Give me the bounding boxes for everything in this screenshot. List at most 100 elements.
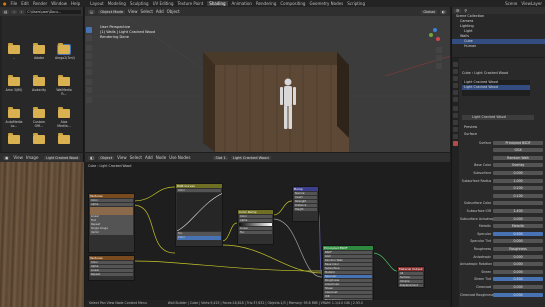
- node-socket[interactable]: Alpha: [90, 202, 133, 206]
- node-field[interactable]: Sheen: [324, 286, 372, 290]
- view-layer-selector[interactable]: ViewLayer: [521, 1, 542, 6]
- menu-image[interactable]: Image: [26, 155, 39, 160]
- pan-icon[interactable]: [436, 55, 442, 61]
- node-socket[interactable]: Color: [239, 214, 272, 218]
- menu-window[interactable]: Window: [51, 1, 67, 6]
- color-ramp-node[interactable]: Color Ramp Color Alpha Linear Fac: [237, 209, 274, 245]
- data-tab-icon[interactable]: [453, 134, 458, 139]
- material-slot-selected[interactable]: Light Cracked Wood: [462, 85, 530, 90]
- modifier-tab-icon[interactable]: [453, 113, 458, 118]
- node-socket[interactable]: Surface: [399, 275, 423, 279]
- node-field[interactable]: Linear: [90, 268, 133, 272]
- constraint-tab-icon[interactable]: [453, 127, 458, 132]
- material-output-node[interactable]: Material Output All Surface Volume Displ…: [397, 266, 425, 288]
- property-field[interactable]: 0.000: [493, 269, 543, 274]
- scale-tool-icon[interactable]: [86, 61, 92, 67]
- property-field[interactable]: Roughness: [493, 246, 543, 251]
- node-socket[interactable]: Color: [177, 236, 221, 240]
- property-field[interactable]: Metallic: [493, 224, 543, 229]
- node-field[interactable]: Specular: [324, 274, 372, 278]
- folder-icon[interactable]: [57, 43, 71, 55]
- property-field[interactable]: 1.400: [493, 208, 543, 213]
- node-field[interactable]: Roughness: [324, 278, 372, 282]
- camera-view-icon[interactable]: [436, 63, 442, 69]
- folder-icon[interactable]: ▤: [2, 9, 10, 14]
- add-cube-tool-icon[interactable]: [86, 97, 92, 103]
- physics-tab-icon[interactable]: [453, 120, 458, 125]
- node-socket[interactable]: Volume: [399, 279, 423, 283]
- tab-geometry-nodes[interactable]: Geometry Nodes: [309, 1, 343, 6]
- property-field[interactable]: 0.000: [493, 284, 543, 289]
- 3d-viewport[interactable]: ◱ Object Mode View Select Add Object Glo…: [85, 7, 450, 152]
- mode-selector[interactable]: Object Mode: [98, 9, 126, 14]
- property-field[interactable]: 0.000: [493, 262, 543, 267]
- tab-rendering[interactable]: Rendering: [256, 1, 276, 6]
- node-socket[interactable]: Displacement: [399, 283, 423, 287]
- tab-modeling[interactable]: Modeling: [108, 1, 126, 6]
- principled-bsdf-node[interactable]: Principled BSDF BSDF GGX Random Walk Bas…: [322, 245, 374, 307]
- tab-scripting[interactable]: Scripting: [347, 1, 365, 6]
- render-tab-icon[interactable]: [453, 69, 458, 74]
- folder-icon[interactable]: [33, 107, 45, 118]
- menu-view[interactable]: View: [128, 9, 138, 14]
- annotate-tool-icon[interactable]: [86, 79, 92, 85]
- folder-icon[interactable]: [58, 133, 70, 144]
- folder-icon[interactable]: [58, 107, 70, 118]
- tab-sculpting[interactable]: Sculpting: [130, 1, 149, 6]
- output-tab-icon[interactable]: [453, 76, 458, 81]
- property-field[interactable]: 0.000: [493, 216, 543, 221]
- material-slot-list[interactable]: Light Cracked Wood Light Cracked Wood: [462, 80, 530, 96]
- node-field[interactable]: Repeat: [90, 223, 133, 227]
- wood-texture-image[interactable]: [0, 162, 84, 307]
- select-tool-icon[interactable]: [86, 27, 92, 33]
- node-field[interactable]: Random Walk: [324, 258, 372, 262]
- node-socket[interactable]: Color: [90, 260, 133, 264]
- menu-add[interactable]: Add: [156, 9, 164, 14]
- property-field[interactable]: Random Walk: [493, 155, 543, 160]
- node-socket[interactable]: Fac: [177, 232, 221, 236]
- tab-shading[interactable]: Shading: [207, 1, 228, 6]
- property-field[interactable]: 0.000: [493, 170, 543, 175]
- node-field[interactable]: Invert: [294, 195, 317, 199]
- node-field[interactable]: Distance: [294, 203, 317, 207]
- object-tab-icon[interactable]: [453, 106, 458, 111]
- tab-texture-paint[interactable]: Texture Paint: [177, 1, 203, 6]
- transform-tool-icon[interactable]: [86, 69, 92, 75]
- image-selector[interactable]: Light Cracked Wood: [44, 155, 80, 160]
- node-socket[interactable]: Base Color: [324, 262, 372, 266]
- property-field[interactable]: 0.000: [493, 239, 543, 244]
- outliner-item[interactable]: Human: [452, 44, 545, 49]
- folder-icon[interactable]: [58, 75, 70, 86]
- curve-graph[interactable]: [176, 192, 223, 231]
- editor-type-icon[interactable]: ▣: [3, 155, 11, 160]
- tab-animation[interactable]: Animation: [232, 1, 252, 6]
- node-field[interactable]: Flat: [90, 219, 133, 223]
- surface-panel-header[interactable]: Surface: [464, 132, 477, 136]
- tab-layout[interactable]: Layout: [90, 1, 104, 6]
- node-field[interactable]: Strength: [294, 199, 317, 203]
- rotate-tool-icon[interactable]: [86, 53, 92, 59]
- editor-type-icon[interactable]: ◱: [88, 9, 96, 14]
- tool-tab-icon[interactable]: [453, 62, 458, 67]
- file-path-field[interactable]: C:\Users\user\Docu...: [26, 9, 81, 14]
- scene-tab-icon[interactable]: [453, 90, 458, 95]
- x-axis-gizmo-icon[interactable]: [436, 37, 440, 41]
- menu-file[interactable]: File: [11, 1, 18, 6]
- tab-uv-editing[interactable]: UV Editing: [153, 1, 174, 6]
- forward-icon[interactable]: ›: [18, 9, 25, 14]
- property-field[interactable]: 0.200: [493, 186, 543, 191]
- tab-compositing[interactable]: Compositing: [280, 1, 305, 6]
- menu-object[interactable]: Object: [167, 9, 180, 14]
- rgb-curves-node[interactable]: RGB Curves Color Fac Color: [175, 183, 223, 247]
- transform-orientation[interactable]: Global: [421, 9, 437, 14]
- property-field[interactable]: Overlay: [493, 163, 543, 168]
- menu-help[interactable]: Help: [71, 1, 80, 6]
- node-field[interactable]: IOR: [324, 294, 372, 298]
- node-socket[interactable]: Alpha: [90, 264, 133, 268]
- node-socket[interactable]: BSDF: [324, 250, 372, 254]
- node-socket[interactable]: Color: [177, 188, 221, 192]
- node-field[interactable]: Single Image: [90, 227, 133, 231]
- node-socket[interactable]: Fac: [239, 230, 272, 234]
- property-field[interactable]: 0.500: [493, 231, 543, 236]
- node-field[interactable]: Linear: [239, 226, 272, 230]
